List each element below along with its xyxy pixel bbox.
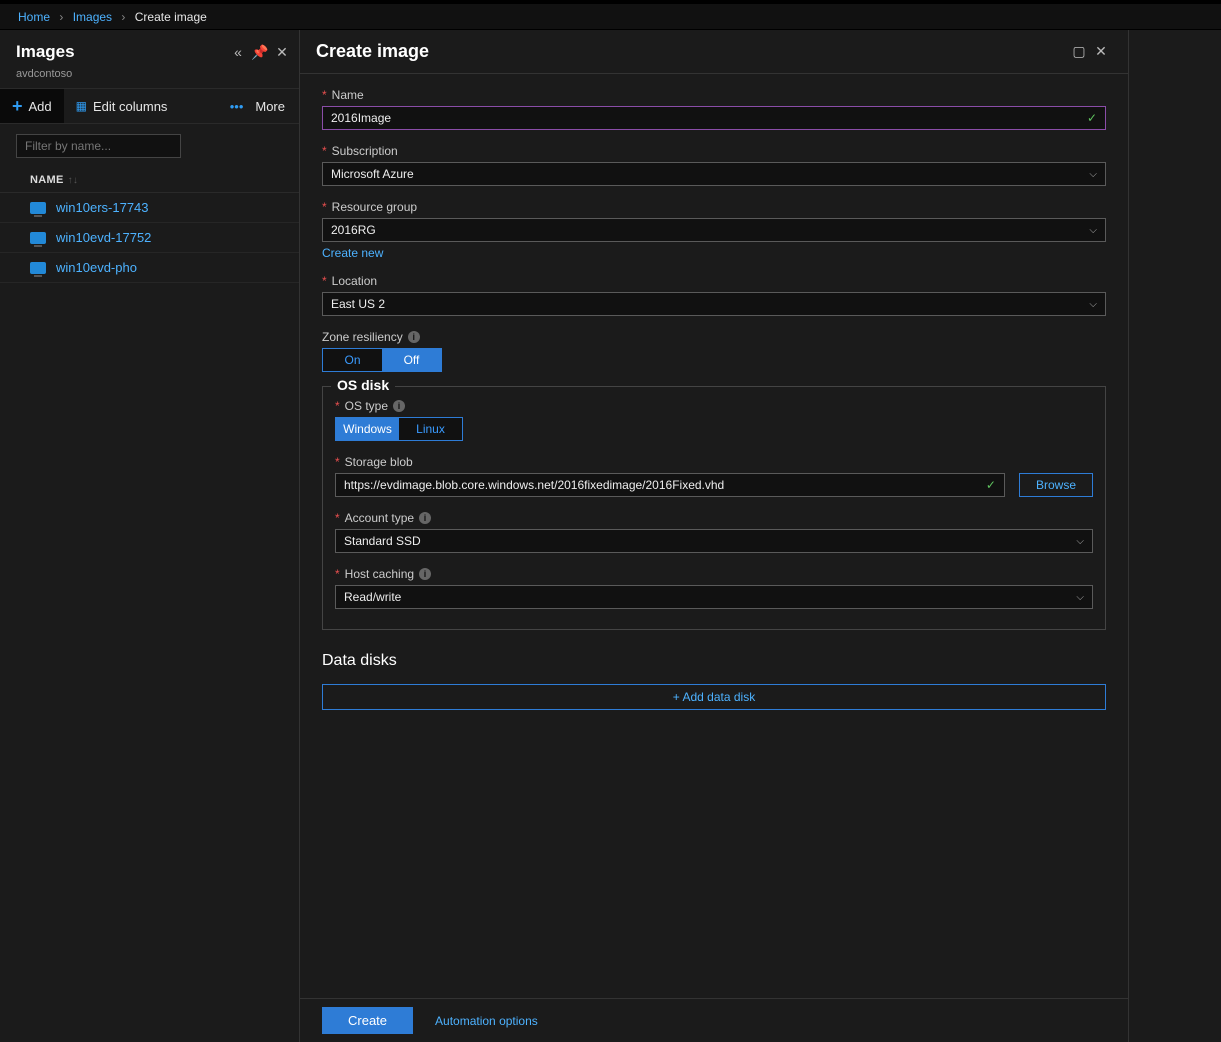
chevron-down-icon: ⌵ [1076,536,1084,547]
vm-image-icon [30,262,46,274]
browse-button[interactable]: Browse [1019,473,1093,497]
sort-icon: ↑↓ [68,175,79,186]
close-icon[interactable]: ✕ [1090,41,1112,63]
os-linux[interactable]: Linux [399,418,462,440]
resource-group-select[interactable]: 2016RG⌵ [322,218,1106,242]
host-caching-label: Host caching [345,567,414,581]
account-type-select[interactable]: Standard SSD⌵ [335,529,1093,553]
maximize-icon[interactable]: ▢ [1068,41,1090,63]
required-icon: * [322,200,327,214]
chevron-down-icon: ⌵ [1076,592,1084,603]
info-icon[interactable]: i [419,568,431,580]
zone-toggle[interactable]: On Off [322,348,442,372]
data-disks-heading: Data disks [322,652,1106,670]
name-input[interactable]: 2016Image✓ [322,106,1106,130]
collapse-icon[interactable]: « [227,41,249,63]
required-icon: * [335,511,340,525]
os-type-toggle[interactable]: Windows Linux [335,417,463,441]
host-caching-select[interactable]: Read/write⌵ [335,585,1093,609]
required-icon: * [322,274,327,288]
zone-on[interactable]: On [323,349,382,371]
create-new-link[interactable]: Create new [322,246,383,260]
required-icon: * [335,567,340,581]
check-icon: ✓ [986,478,996,492]
zone-off[interactable]: Off [382,349,441,371]
subscription-label: Subscription [332,144,398,158]
pin-icon[interactable]: 📌 [249,41,271,63]
close-icon[interactable]: ✕ [271,41,293,63]
columns-icon: ▦ [76,99,87,113]
required-icon: * [335,455,340,469]
required-icon: * [322,88,327,102]
vm-image-icon [30,232,46,244]
chevron-right-icon: › [59,10,63,24]
edit-columns-button[interactable]: ▦Edit columns [64,89,180,123]
panel-title: Images [16,42,227,62]
more-button[interactable]: •••More [218,89,299,123]
automation-options-link[interactable]: Automation options [435,1014,538,1028]
storage-blob-input[interactable]: https://evdimage.blob.core.windows.net/2… [335,473,1005,497]
chevron-down-icon: ⌵ [1089,225,1097,236]
vm-image-icon [30,202,46,214]
location-label: Location [332,274,377,288]
account-type-label: Account type [345,511,414,525]
storage-blob-label: Storage blob [345,455,413,469]
plus-icon: + [12,99,23,113]
resource-group-label: Resource group [332,200,417,214]
list-item[interactable]: win10ers-17743 [0,193,299,223]
empty-panel [1129,30,1221,1042]
breadcrumb-images[interactable]: Images [73,10,112,24]
location-select[interactable]: East US 2⌵ [322,292,1106,316]
required-icon: * [335,399,340,413]
more-icon: ••• [230,99,244,114]
list-item[interactable]: win10evd-17752 [0,223,299,253]
name-label: Name [332,88,364,102]
info-icon[interactable]: i [393,400,405,412]
chevron-down-icon: ⌵ [1089,169,1097,180]
os-windows[interactable]: Windows [336,418,399,440]
add-button[interactable]: +Add [0,89,64,123]
add-data-disk-button[interactable]: + Add data disk [322,684,1106,710]
zone-label: Zone resiliency [322,330,403,344]
create-button[interactable]: Create [322,1007,413,1034]
check-icon: ✓ [1087,111,1097,125]
subscription-select[interactable]: Microsoft Azure⌵ [322,162,1106,186]
os-disk-heading: OS disk [331,377,395,393]
required-icon: * [322,144,327,158]
breadcrumb: Home › Images › Create image [0,4,1221,30]
subscription-label: avdcontoso [0,68,299,88]
chevron-down-icon: ⌵ [1089,299,1097,310]
list-item[interactable]: win10evd-pho [0,253,299,283]
os-type-label: OS type [345,399,388,413]
info-icon[interactable]: i [408,331,420,343]
breadcrumb-home[interactable]: Home [18,10,50,24]
info-icon[interactable]: i [419,512,431,524]
chevron-right-icon: › [121,10,125,24]
filter-input[interactable] [16,134,181,158]
page-title: Create image [316,41,1068,62]
column-header-name[interactable]: NAME↑↓ [0,168,299,193]
breadcrumb-current: Create image [135,10,207,24]
